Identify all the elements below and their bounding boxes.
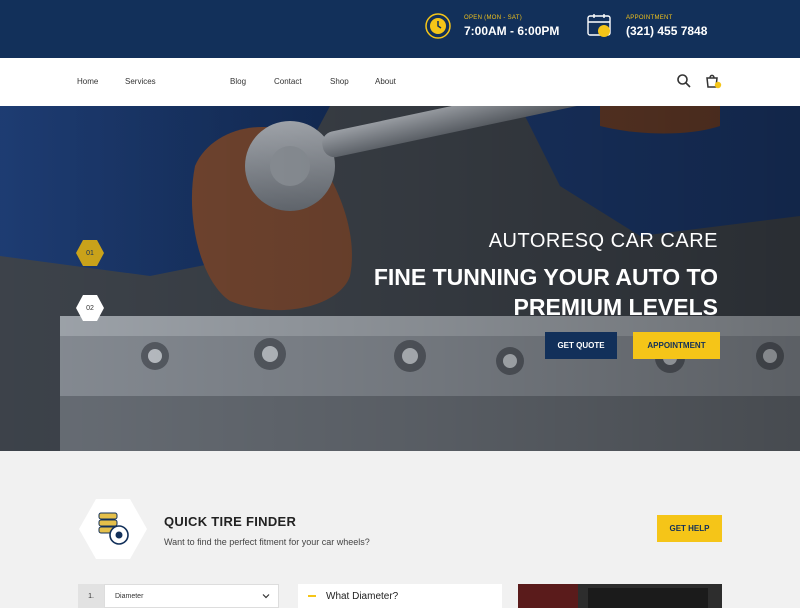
cart-icon[interactable] xyxy=(704,72,722,90)
opening-hours: OPEN (MON - SAT) 7:00AM - 6:00PM xyxy=(424,12,559,40)
nav-shop[interactable]: Shop xyxy=(330,77,349,86)
appointment-button[interactable]: APPOINTMENT xyxy=(633,332,720,359)
hero-slider: 01 02 AUTORESQ CAR CARE FINE TUNNING YOU… xyxy=(0,106,800,451)
search-icon[interactable] xyxy=(675,72,693,90)
slide-dot-label: 02 xyxy=(86,304,94,312)
dash-icon xyxy=(308,595,316,597)
nav-home[interactable]: Home xyxy=(77,77,98,86)
main-navigation: Home Services Blog Contact Shop About xyxy=(0,58,800,106)
faq-what-diameter[interactable]: What Diameter? xyxy=(298,584,502,608)
chevron-down-icon xyxy=(262,594,270,599)
get-quote-button[interactable]: GET QUOTE xyxy=(545,332,617,359)
appointment-contact: APPOINTMENT (321) 455 7848 xyxy=(586,12,707,40)
hero-headline: FINE TUNNING YOUR AUTO TO PREMIUM LEVELS xyxy=(373,264,718,320)
appointment-label: APPOINTMENT xyxy=(626,14,673,21)
clock-icon xyxy=(424,12,452,40)
slide-dot-02[interactable]: 02 xyxy=(75,293,105,323)
slide-dot-label: 01 xyxy=(86,249,94,257)
finder-subtitle: Want to find the perfect fitment for you… xyxy=(164,537,370,547)
nav-services[interactable]: Services xyxy=(125,77,156,86)
hero-eyebrow: AUTORESQ CAR CARE xyxy=(488,230,718,252)
get-help-button[interactable]: GET HELP xyxy=(657,515,722,542)
hours-value: 7:00AM - 6:00PM xyxy=(464,23,560,38)
calendar-icon xyxy=(586,12,614,40)
faq-question: What Diameter? xyxy=(326,590,399,602)
slide-dot-01[interactable]: 01 xyxy=(75,238,105,268)
step-number: 1. xyxy=(78,584,104,608)
finder-title: QUICK TIRE FINDER xyxy=(164,514,297,529)
tire-image xyxy=(518,584,722,608)
quick-tire-finder-section: QUICK TIRE FINDER Want to find the perfe… xyxy=(0,451,800,608)
hours-label: OPEN (MON - SAT) xyxy=(464,14,523,21)
top-info-bar: OPEN (MON - SAT) 7:00AM - 6:00PM APPOINT… xyxy=(0,0,800,58)
nav-contact[interactable]: Contact xyxy=(274,77,302,86)
nav-about[interactable]: About xyxy=(375,77,396,86)
tire-icon xyxy=(78,497,148,561)
diameter-select[interactable]: Diameter xyxy=(104,584,279,608)
appointment-phone[interactable]: (321) 455 7848 xyxy=(626,24,707,38)
diameter-select-value: Diameter xyxy=(115,592,144,600)
nav-blog[interactable]: Blog xyxy=(230,77,246,86)
